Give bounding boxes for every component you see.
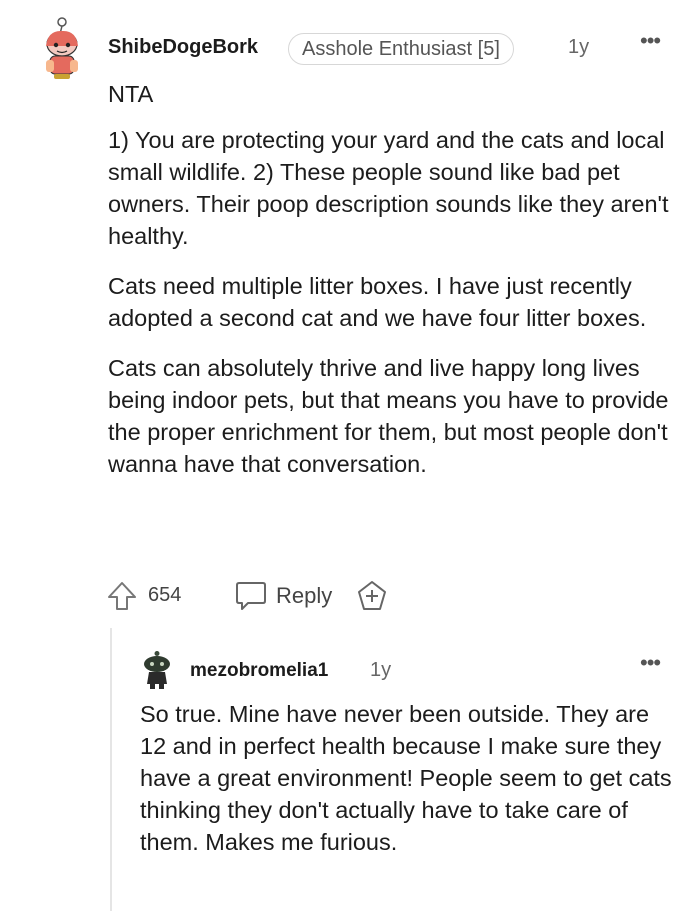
- comment-paragraph: NTA: [108, 81, 154, 107]
- reply-username[interactable]: mezobromelia1: [190, 660, 328, 682]
- comment-paragraph: 1) You are protecting your yard and the …: [108, 127, 669, 249]
- reply-button[interactable]: Reply: [276, 583, 332, 609]
- speech-bubble-icon[interactable]: [234, 580, 268, 612]
- comment-actions: 654 Reply: [106, 578, 426, 614]
- user-flair: Asshole Enthusiast [5]: [288, 33, 514, 65]
- award-plus-icon[interactable]: [356, 580, 388, 612]
- vote-count: 654: [148, 584, 182, 606]
- comment-paragraph: Cats can absolutely thrive and live happ…: [108, 355, 669, 477]
- comment-username[interactable]: ShibeDogeBork: [108, 36, 258, 59]
- comment-header: ShibeDogeBork Asshole Enthusiast [5] 1y …: [38, 16, 688, 80]
- snoo-avatar-icon[interactable]: [38, 16, 86, 80]
- comment-body: NTA 1) You are protecting your yard and …: [108, 78, 678, 498]
- thread-line[interactable]: [110, 628, 112, 911]
- comment-paragraph: Cats need multiple litter boxes. I have …: [108, 273, 647, 331]
- more-options-icon[interactable]: •••: [640, 28, 661, 54]
- snoo-dark-avatar-icon[interactable]: [140, 650, 174, 690]
- upvote-arrow-icon[interactable]: [106, 580, 138, 612]
- reply-header: mezobromelia1 1y •••: [140, 650, 680, 690]
- reply-body: So true. Mine have never been outside. T…: [140, 698, 675, 858]
- reply-text: So true. Mine have never been outside. T…: [140, 701, 672, 855]
- comment-age: 1y: [568, 36, 590, 58]
- more-options-icon[interactable]: •••: [640, 650, 661, 676]
- reply-age: 1y: [370, 659, 392, 681]
